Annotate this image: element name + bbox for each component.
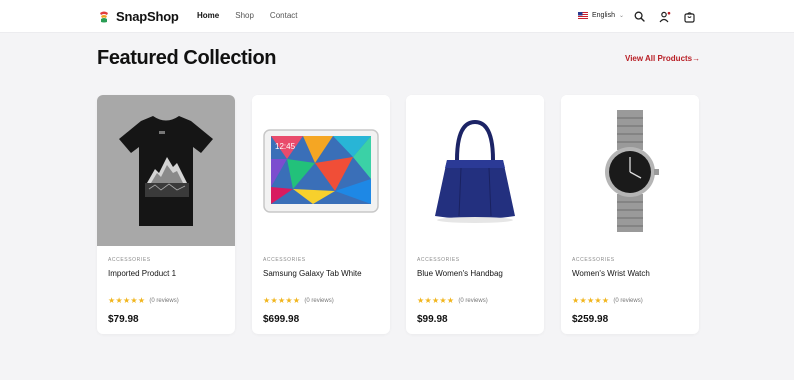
product-image[interactable] — [97, 95, 235, 246]
product-category: ACCESSORIES — [108, 257, 151, 263]
tablet-image-icon: 12:45 — [263, 128, 379, 213]
section-title: Featured Collection — [97, 47, 277, 69]
product-rating: ★★★★★ (0 reviews) — [263, 296, 379, 305]
product-price: $259.98 — [572, 314, 609, 325]
product-category: ACCESSORIES — [263, 257, 306, 263]
product-card[interactable]: ACCESSORIES Women's Wrist Watch ★★★★★ (0… — [561, 95, 699, 334]
svg-text:12:45: 12:45 — [275, 142, 296, 151]
main-nav: Home Shop Contact — [197, 11, 298, 20]
nav-shop[interactable]: Shop — [235, 11, 254, 20]
review-count[interactable]: (0 reviews) — [613, 298, 642, 304]
review-count[interactable]: (0 reviews) — [304, 298, 333, 304]
product-name[interactable]: Women's Wrist Watch — [572, 269, 688, 278]
product-image[interactable] — [561, 95, 699, 246]
product-price: $99.98 — [417, 314, 448, 325]
product-name[interactable]: Imported Product 1 — [108, 269, 224, 278]
brand-name: SnapShop — [116, 9, 179, 24]
product-rating: ★★★★★ (0 reviews) — [417, 296, 533, 305]
star-rating-icon: ★★★★★ — [417, 296, 455, 305]
language-selector[interactable]: English ⌄ — [578, 12, 624, 19]
logo-icon — [100, 11, 108, 23]
chevron-down-icon: ⌄ — [618, 13, 624, 19]
product-card[interactable]: ACCESSORIES Imported Product 1 ★★★★★ (0 … — [97, 95, 235, 334]
review-count[interactable]: (0 reviews) — [149, 298, 178, 304]
product-category: ACCESSORIES — [417, 257, 460, 263]
star-rating-icon: ★★★★★ — [572, 296, 610, 305]
view-all-products-link[interactable]: View All Products→ — [625, 54, 700, 63]
product-rating: ★★★★★ (0 reviews) — [108, 296, 224, 305]
product-rating: ★★★★★ (0 reviews) — [572, 296, 688, 305]
nav-home[interactable]: Home — [197, 11, 219, 20]
brand-logo[interactable]: SnapShop — [98, 9, 179, 24]
search-icon[interactable] — [633, 10, 646, 23]
product-card[interactable]: ACCESSORIES Blue Women's Handbag ★★★★★ (… — [406, 95, 544, 334]
review-count[interactable]: (0 reviews) — [458, 298, 487, 304]
wrist-watch-image-icon — [605, 109, 659, 232]
product-image[interactable]: 12:45 — [252, 95, 390, 246]
language-label: English — [592, 12, 615, 19]
product-price: $79.98 — [108, 314, 139, 325]
site-header: SnapShop Home Shop Contact English ⌄ — [0, 0, 794, 33]
product-name[interactable]: Samsung Galaxy Tab White — [263, 269, 379, 278]
product-card[interactable]: 12:45 ACCESSORIES Samsung Galaxy Tab Whi… — [252, 95, 390, 334]
product-category: ACCESSORIES — [572, 257, 615, 263]
us-flag-icon — [578, 12, 588, 19]
product-image[interactable] — [406, 95, 544, 246]
star-rating-icon: ★★★★★ — [263, 296, 301, 305]
tshirt-image-icon — [119, 115, 213, 226]
product-price: $699.98 — [263, 314, 300, 325]
product-name[interactable]: Blue Women's Handbag — [417, 269, 533, 278]
user-icon[interactable] — [658, 10, 671, 23]
cart-icon[interactable] — [683, 10, 696, 23]
handbag-image-icon — [435, 119, 515, 223]
star-rating-icon: ★★★★★ — [108, 296, 146, 305]
nav-contact[interactable]: Contact — [270, 11, 298, 20]
